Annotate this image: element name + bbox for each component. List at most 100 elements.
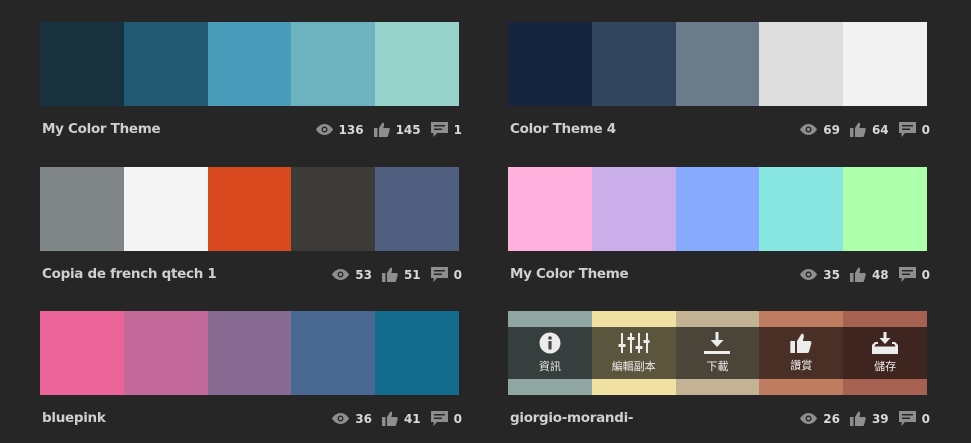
theme-meta: giorgio-morandi- 26 39 0 (508, 410, 930, 430)
appreciate-button[interactable]: 讚賞 (759, 327, 843, 379)
thumbs-up-icon (381, 267, 398, 282)
color-swatch (508, 22, 592, 106)
eye-icon (800, 269, 818, 280)
info-button[interactable]: 資訊 (508, 327, 592, 379)
action-label: 讚賞 (790, 359, 813, 372)
color-swatch (207, 311, 292, 395)
sliders-icon (618, 333, 650, 353)
theme-title[interactable]: Copia de french qtech 1 (42, 266, 217, 282)
theme-title[interactable]: giorgio-morandi- (510, 410, 634, 426)
views-stat: 26 (800, 412, 840, 426)
action-label: 儲存 (874, 360, 897, 373)
save-to-library-icon (872, 332, 899, 354)
theme-title[interactable]: Color Theme 4 (510, 121, 616, 137)
action-label: 資訊 (538, 360, 561, 373)
theme-meta: My Color Theme 35 48 0 (508, 266, 930, 286)
color-swatch (291, 167, 376, 251)
color-swatch (508, 167, 592, 251)
theme-swatches[interactable] (40, 167, 459, 251)
theme-swatches[interactable]: 資訊 編輯副本 下載 讚賞 儲存 (508, 311, 927, 395)
likes-stat[interactable]: 39 (849, 411, 889, 426)
likes-stat[interactable]: 64 (849, 122, 889, 137)
likes-count: 145 (395, 122, 421, 137)
color-swatch (591, 22, 676, 106)
theme-stats: 53 51 0 (322, 267, 462, 282)
thumbs-up-icon (373, 122, 390, 137)
eye-icon (800, 124, 818, 135)
comments-stat[interactable]: 0 (898, 122, 930, 137)
likes-count: 48 (871, 267, 889, 282)
thumbs-up-icon (381, 411, 398, 426)
color-swatch (759, 167, 844, 251)
color-swatch (843, 22, 927, 106)
theme-stats: 26 39 0 (790, 411, 930, 426)
comments-stat[interactable]: 0 (898, 267, 930, 282)
theme-title[interactable]: bluepink (42, 410, 106, 426)
views-stat: 136 (315, 122, 364, 137)
color-swatch (375, 167, 459, 251)
theme-stats: 136 145 1 (306, 122, 462, 137)
likes-stat[interactable]: 51 (381, 267, 421, 282)
comment-icon (898, 267, 916, 282)
likes-count: 51 (403, 267, 421, 282)
color-swatch (759, 22, 844, 106)
eye-icon (332, 269, 350, 280)
views-count: 136 (338, 122, 364, 137)
comments-stat[interactable]: 0 (430, 411, 462, 426)
views-stat: 36 (332, 412, 372, 426)
views-count: 69 (823, 122, 840, 137)
comments-count: 1 (453, 122, 462, 137)
eye-icon (800, 413, 818, 424)
likes-stat[interactable]: 41 (381, 411, 421, 426)
color-swatch (207, 22, 292, 106)
theme-stats: 35 48 0 (790, 267, 930, 282)
save-button[interactable]: 儲存 (843, 327, 927, 379)
theme-meta: Color Theme 4 69 64 0 (508, 121, 930, 141)
comments-count: 0 (921, 122, 930, 137)
theme-swatches[interactable] (40, 22, 459, 106)
comments-stat[interactable]: 1 (430, 122, 462, 137)
comment-icon (430, 122, 448, 137)
color-swatch (591, 167, 676, 251)
theme-stats: 36 41 0 (322, 411, 462, 426)
theme-title[interactable]: My Color Theme (42, 121, 161, 137)
theme-meta: bluepink 36 41 0 (40, 410, 462, 430)
likes-stat[interactable]: 48 (849, 267, 889, 282)
color-swatch (40, 167, 124, 251)
color-swatch (291, 311, 376, 395)
views-count: 26 (823, 411, 840, 426)
theme-swatches[interactable] (40, 311, 459, 395)
action-label: 下載 (706, 360, 729, 373)
color-swatch (291, 22, 376, 106)
thumbs-up-icon (849, 122, 866, 137)
theme-card: bluepink 36 41 0 (40, 311, 462, 430)
theme-meta: Copia de french qtech 1 53 51 0 (40, 266, 462, 286)
theme-swatches[interactable] (508, 167, 927, 251)
color-swatch (675, 167, 760, 251)
color-swatch (675, 22, 760, 106)
theme-card: 資訊 編輯副本 下載 讚賞 儲存 giorgio-morandi- 26 39 … (508, 311, 930, 430)
action-label: 編輯副本 (611, 360, 656, 373)
theme-title[interactable]: My Color Theme (510, 266, 629, 282)
thumbs-up-icon (790, 333, 812, 353)
thumbs-up-icon (849, 411, 866, 426)
download-button[interactable]: 下載 (676, 327, 760, 379)
views-count: 35 (823, 267, 840, 282)
comments-stat[interactable]: 0 (430, 267, 462, 282)
likes-stat[interactable]: 145 (373, 122, 421, 137)
comment-icon (430, 267, 448, 282)
theme-meta: My Color Theme 136 145 1 (40, 121, 462, 141)
likes-count: 41 (403, 411, 421, 426)
comments-count: 0 (921, 267, 930, 282)
edit-copy-button[interactable]: 編輯副本 (592, 327, 676, 379)
comments-count: 0 (453, 411, 462, 426)
eye-icon (332, 413, 350, 424)
theme-swatches[interactable] (508, 22, 927, 106)
comment-icon (898, 411, 916, 426)
views-count: 36 (355, 411, 372, 426)
download-icon (704, 332, 731, 354)
thumbs-up-icon (849, 267, 866, 282)
color-swatch (123, 311, 208, 395)
comments-stat[interactable]: 0 (898, 411, 930, 426)
comment-icon (430, 411, 448, 426)
